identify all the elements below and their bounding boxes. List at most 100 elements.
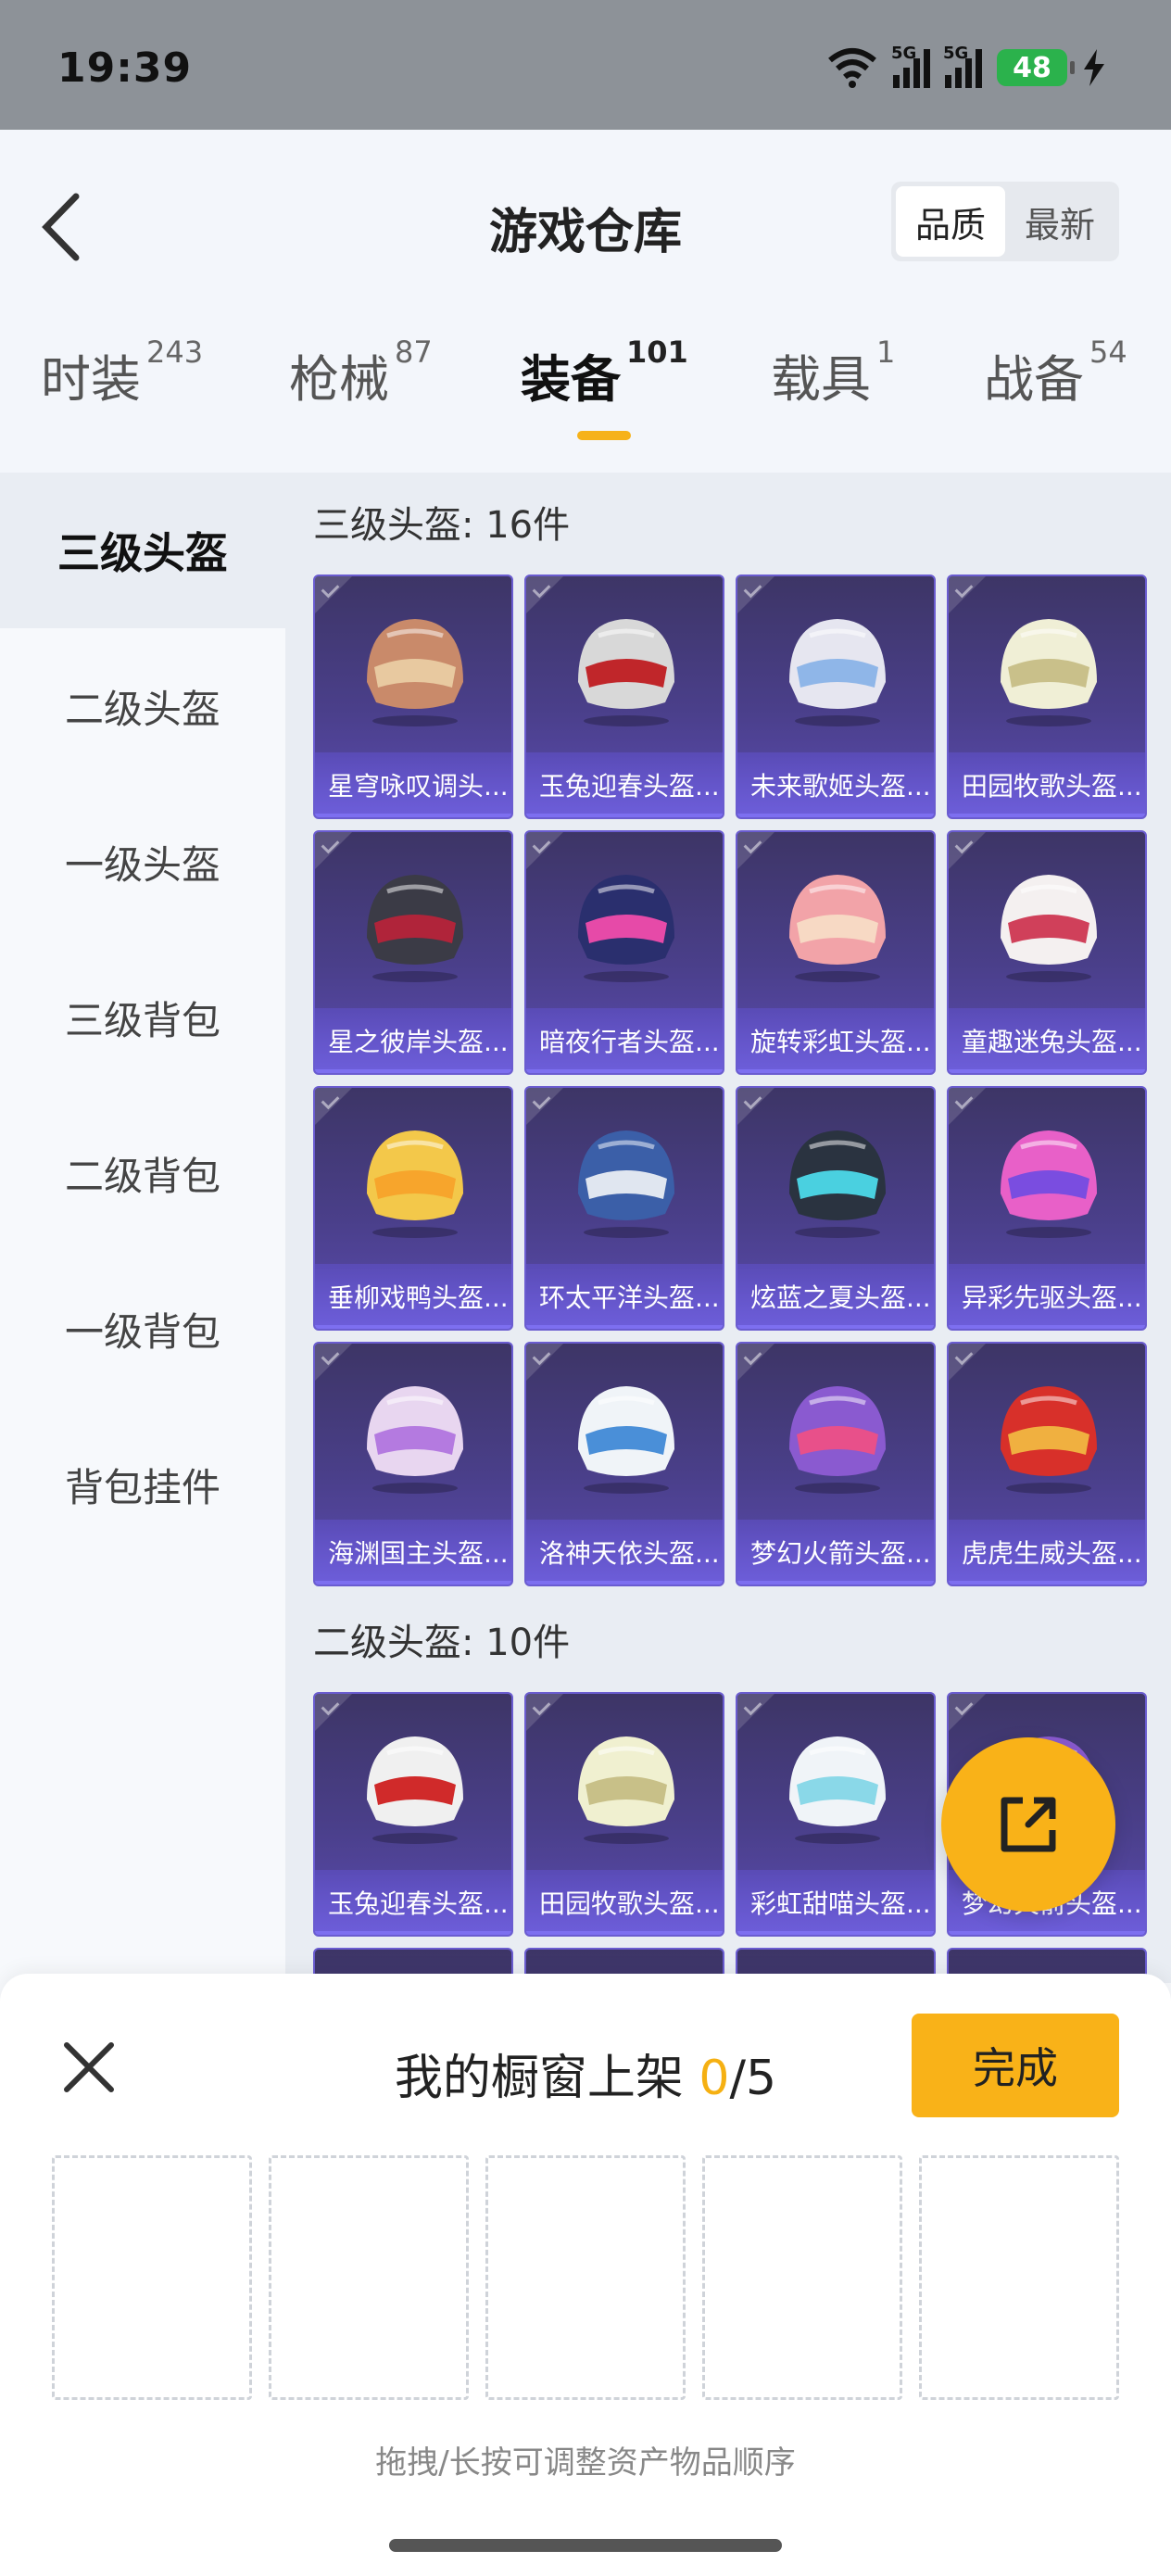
helmet-icon [1001,1386,1097,1494]
item-name: 星之彼岸头盔... [315,1008,511,1073]
helmet-icon [789,875,886,982]
showcase-slot[interactable] [702,2155,902,2400]
item-name: 垂柳戏鸭头盔... [315,1264,511,1329]
sidebar-item-lv3-backpack[interactable]: 三级背包 [0,940,285,1095]
showcase-slot[interactable] [485,2155,686,2400]
tab-vehicles[interactable]: 载具 1 [771,335,895,411]
helmet-icon [789,1736,886,1844]
item-card[interactable]: 星之彼岸头盔... [313,830,513,1075]
showcase-slots [52,2155,1119,2400]
sidebar-item-lv2-backpack[interactable]: 二级背包 [0,1095,285,1251]
helmet-icon [578,1386,674,1494]
item-card[interactable]: 星穹咏叹调头... [313,575,513,819]
item-card[interactable]: 洛神天依头盔... [524,1342,724,1586]
tab-equipment[interactable]: 装备 101 [521,335,688,411]
tab-supplies[interactable]: 战备 54 [984,335,1127,411]
done-button[interactable]: 完成 [912,2014,1119,2117]
item-card[interactable]: 海渊国主头盔... [313,1342,513,1586]
select-check-icon[interactable] [315,1694,352,1731]
share-icon [1001,1797,1056,1852]
section-title-lv2-helmet: 二级头盔: 10件 [313,1622,571,1664]
select-check-icon[interactable] [949,832,986,869]
item-name: 梦幻火箭头盔... [737,1520,934,1585]
item-card[interactable]: 玉兔迎春头盔... [313,1692,513,1937]
item-card[interactable]: 虎虎生威头盔... [947,1342,1147,1586]
item-card[interactable]: 田园牧歌头盔... [947,575,1147,819]
signal-icon: 5G [891,44,930,88]
helmet-icon [789,1386,886,1494]
status-time: 19:39 [57,44,193,92]
showcase-slot[interactable] [269,2155,469,2400]
showcase-count-current: 0 [699,2051,730,2106]
item-name: 田园牧歌头盔... [949,752,1145,817]
item-card[interactable]: 梦幻火箭头盔... [736,1342,936,1586]
showcase-slot[interactable] [919,2155,1119,2400]
sidebar-item-lv2-helmet[interactable]: 二级头盔 [0,628,285,784]
sort-latest-button[interactable]: 最新 [1005,186,1114,257]
category-tabs: 时装 243 枪械 87 装备 101 载具 1 战备 54 [0,335,1171,440]
item-card[interactable]: 异彩先驱头盔... [947,1086,1147,1331]
section-title-lv3-helmet: 三级头盔: 16件 [313,504,571,547]
select-check-icon[interactable] [737,832,774,869]
item-card[interactable]: 暗夜行者头盔... [524,830,724,1075]
sort-quality-button[interactable]: 品质 [896,186,1005,257]
tab-guns[interactable]: 枪械 87 [289,335,433,411]
status-icons: 5G 5G 48 [826,44,1106,91]
item-card[interactable]: 童趣迷兔头盔... [947,830,1147,1075]
helmet-icon [578,1736,674,1844]
select-check-icon[interactable] [526,1088,563,1125]
item-name: 玉兔迎春头盔... [315,1870,511,1935]
helmet-icon [789,619,886,726]
select-check-icon[interactable] [315,576,352,613]
active-tab-indicator [577,431,631,440]
item-card[interactable]: 炫蓝之夏头盔... [736,1086,936,1331]
item-card[interactable]: 旋转彩虹头盔... [736,830,936,1075]
select-check-icon[interactable] [526,1694,563,1731]
item-card[interactable]: 田园牧歌头盔... [524,1692,724,1937]
home-indicator [389,2539,782,2552]
helmet-icon [367,1386,463,1494]
sidebar-item-lv1-helmet[interactable]: 一级头盔 [0,784,285,940]
sidebar-item-lv1-backpack[interactable]: 一级背包 [0,1251,285,1407]
tab-fashion[interactable]: 时装 243 [41,335,203,411]
select-check-icon[interactable] [949,1344,986,1381]
item-name: 暗夜行者头盔... [526,1008,723,1073]
item-card[interactable]: 彩虹甜喵头盔... [736,1692,936,1937]
item-name: 童趣迷兔头盔... [949,1008,1145,1073]
sidebar-item-lv3-helmet[interactable]: 三级头盔 [0,473,285,628]
drag-hint: 拖拽/长按可调整资产物品顺序 [375,2444,796,2481]
item-card[interactable]: 垂柳戏鸭头盔... [313,1086,513,1331]
item-name: 虎虎生威头盔... [949,1520,1145,1585]
helmet-icon [1001,619,1097,726]
sort-toggle: 品质 最新 [891,182,1119,261]
select-check-icon[interactable] [315,1088,352,1125]
item-card[interactable]: 未来歌姬头盔... [736,575,936,819]
share-button[interactable] [941,1737,1115,1912]
item-name: 旋转彩虹头盔... [737,1008,934,1073]
select-check-icon[interactable] [737,1088,774,1125]
showcase-slot[interactable] [52,2155,252,2400]
item-name: 炫蓝之夏头盔... [737,1264,934,1329]
select-check-icon[interactable] [526,1344,563,1381]
select-check-icon[interactable] [949,1694,986,1731]
select-check-icon[interactable] [526,576,563,613]
helmet-icon [789,1130,886,1238]
helmet-icon [367,875,463,982]
item-card[interactable]: 环太平洋头盔... [524,1086,724,1331]
select-check-icon[interactable] [315,832,352,869]
status-bar: 19:39 5G 5G 48 [0,0,1171,130]
select-check-icon[interactable] [737,1694,774,1731]
select-check-icon[interactable] [949,1088,986,1125]
select-check-icon[interactable] [315,1344,352,1381]
item-name: 异彩先驱头盔... [949,1264,1145,1329]
select-check-icon[interactable] [949,576,986,613]
select-check-icon[interactable] [737,576,774,613]
select-check-icon[interactable] [526,832,563,869]
select-check-icon[interactable] [737,1344,774,1381]
sidebar-item-backpack-charm[interactable]: 背包挂件 [0,1407,285,1562]
helmet-icon [578,619,674,726]
helmet-icon [367,1736,463,1844]
item-card[interactable]: 玉兔迎春头盔... [524,575,724,819]
helmet-icon [578,1130,674,1238]
item-name: 海渊国主头盔... [315,1520,511,1585]
